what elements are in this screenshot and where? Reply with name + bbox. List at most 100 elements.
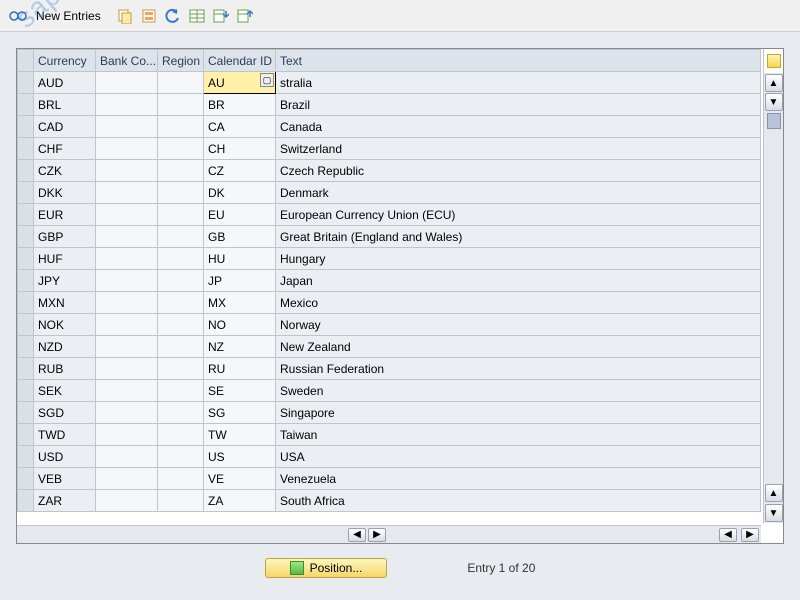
cell-currency[interactable]: RUB bbox=[34, 358, 96, 380]
cell-region[interactable] bbox=[158, 314, 204, 336]
cell-text[interactable]: Taiwan bbox=[276, 424, 761, 446]
cell-text[interactable]: Russian Federation bbox=[276, 358, 761, 380]
cell-bank[interactable] bbox=[96, 380, 158, 402]
scroll-down-icon[interactable]: ▼ bbox=[765, 504, 783, 522]
cell-calendar[interactable]: RU bbox=[204, 358, 276, 380]
cell-region[interactable] bbox=[158, 116, 204, 138]
cell-currency[interactable]: MXN bbox=[34, 292, 96, 314]
cell-bank[interactable] bbox=[96, 424, 158, 446]
row-selector[interactable] bbox=[18, 314, 34, 336]
cell-text[interactable]: Japan bbox=[276, 270, 761, 292]
cell-calendar[interactable]: CA bbox=[204, 116, 276, 138]
table-icon[interactable] bbox=[187, 6, 207, 26]
cell-calendar[interactable]: MX bbox=[204, 292, 276, 314]
cell-bank[interactable] bbox=[96, 490, 158, 512]
scroll-down-one-icon[interactable]: ▼ bbox=[765, 93, 783, 111]
cell-currency[interactable]: CHF bbox=[34, 138, 96, 160]
undo-icon[interactable] bbox=[163, 6, 183, 26]
cell-calendar[interactable]: VE bbox=[204, 468, 276, 490]
cell-bank[interactable] bbox=[96, 160, 158, 182]
value-help-icon[interactable]: ▢ bbox=[260, 73, 274, 87]
cell-region[interactable] bbox=[158, 138, 204, 160]
scroll-up-one-icon[interactable]: ▲ bbox=[765, 484, 783, 502]
select-all-corner[interactable] bbox=[18, 50, 34, 72]
cell-currency[interactable]: NZD bbox=[34, 336, 96, 358]
cell-region[interactable] bbox=[158, 380, 204, 402]
scroll-first-icon[interactable]: ◀ bbox=[719, 528, 737, 542]
row-selector[interactable] bbox=[18, 402, 34, 424]
cell-currency[interactable]: AUD bbox=[34, 72, 96, 94]
cell-bank[interactable] bbox=[96, 292, 158, 314]
cell-region[interactable] bbox=[158, 204, 204, 226]
cell-bank[interactable] bbox=[96, 116, 158, 138]
cell-text[interactable]: New Zealand bbox=[276, 336, 761, 358]
row-selector[interactable] bbox=[18, 204, 34, 226]
col-header-bank[interactable]: Bank Co... bbox=[96, 50, 158, 72]
col-header-currency[interactable]: Currency bbox=[34, 50, 96, 72]
row-selector[interactable] bbox=[18, 270, 34, 292]
col-header-calendar[interactable]: Calendar ID bbox=[204, 50, 276, 72]
cell-calendar[interactable]: CZ bbox=[204, 160, 276, 182]
cell-text[interactable]: Canada bbox=[276, 116, 761, 138]
cell-currency[interactable]: CAD bbox=[34, 116, 96, 138]
cell-currency[interactable]: JPY bbox=[34, 270, 96, 292]
cell-calendar[interactable]: JP bbox=[204, 270, 276, 292]
cell-text[interactable]: European Currency Union (ECU) bbox=[276, 204, 761, 226]
position-button[interactable]: Position... bbox=[265, 558, 388, 578]
cell-currency[interactable]: BRL bbox=[34, 94, 96, 116]
cell-text[interactable]: Sweden bbox=[276, 380, 761, 402]
row-selector[interactable] bbox=[18, 468, 34, 490]
cell-calendar[interactable]: BR bbox=[204, 94, 276, 116]
cell-text[interactable]: stralia bbox=[276, 72, 761, 94]
cell-currency[interactable]: VEB bbox=[34, 468, 96, 490]
cell-text[interactable]: Switzerland bbox=[276, 138, 761, 160]
cell-calendar[interactable]: SE bbox=[204, 380, 276, 402]
cell-text[interactable]: Great Britain (England and Wales) bbox=[276, 226, 761, 248]
cell-bank[interactable] bbox=[96, 402, 158, 424]
cell-calendar[interactable]: DK bbox=[204, 182, 276, 204]
row-selector[interactable] bbox=[18, 116, 34, 138]
copy-icon[interactable] bbox=[115, 6, 135, 26]
cell-currency[interactable]: HUF bbox=[34, 248, 96, 270]
cell-bank[interactable] bbox=[96, 336, 158, 358]
cell-bank[interactable] bbox=[96, 72, 158, 94]
scroll-right-icon[interactable]: ▶ bbox=[368, 528, 386, 542]
cell-region[interactable] bbox=[158, 72, 204, 94]
cell-calendar[interactable]: NZ bbox=[204, 336, 276, 358]
cell-calendar[interactable]: HU bbox=[204, 248, 276, 270]
table-import-icon[interactable] bbox=[211, 6, 231, 26]
cell-text[interactable]: Czech Republic bbox=[276, 160, 761, 182]
table-settings-icon[interactable] bbox=[767, 54, 781, 68]
cell-currency[interactable]: CZK bbox=[34, 160, 96, 182]
row-selector[interactable] bbox=[18, 446, 34, 468]
cell-text[interactable]: South Africa bbox=[276, 490, 761, 512]
new-entries-button[interactable]: New Entries bbox=[36, 9, 101, 23]
cell-bank[interactable] bbox=[96, 138, 158, 160]
cell-region[interactable] bbox=[158, 182, 204, 204]
select-all-icon[interactable] bbox=[139, 6, 159, 26]
row-selector[interactable] bbox=[18, 182, 34, 204]
cell-currency[interactable]: SGD bbox=[34, 402, 96, 424]
table-export-icon[interactable] bbox=[235, 6, 255, 26]
row-selector[interactable] bbox=[18, 358, 34, 380]
cell-region[interactable] bbox=[158, 292, 204, 314]
row-selector[interactable] bbox=[18, 226, 34, 248]
row-selector[interactable] bbox=[18, 94, 34, 116]
scroll-thumb[interactable] bbox=[767, 113, 781, 129]
col-header-text[interactable]: Text bbox=[276, 50, 761, 72]
scroll-left-icon[interactable]: ◀ bbox=[348, 528, 366, 542]
vertical-scrollbar[interactable]: ▲ ▼ ▲ ▼ bbox=[763, 73, 783, 523]
horizontal-scrollbar[interactable]: ◀ ▶ ◀ ▶ bbox=[17, 525, 761, 543]
cell-bank[interactable] bbox=[96, 446, 158, 468]
cell-text[interactable]: Hungary bbox=[276, 248, 761, 270]
cell-bank[interactable] bbox=[96, 226, 158, 248]
scroll-last-icon[interactable]: ▶ bbox=[741, 528, 759, 542]
cell-currency[interactable]: SEK bbox=[34, 380, 96, 402]
cell-currency[interactable]: ZAR bbox=[34, 490, 96, 512]
cell-bank[interactable] bbox=[96, 94, 158, 116]
row-selector[interactable] bbox=[18, 160, 34, 182]
cell-bank[interactable] bbox=[96, 358, 158, 380]
cell-region[interactable] bbox=[158, 248, 204, 270]
cell-calendar[interactable]: CH bbox=[204, 138, 276, 160]
cell-calendar[interactable]: US bbox=[204, 446, 276, 468]
